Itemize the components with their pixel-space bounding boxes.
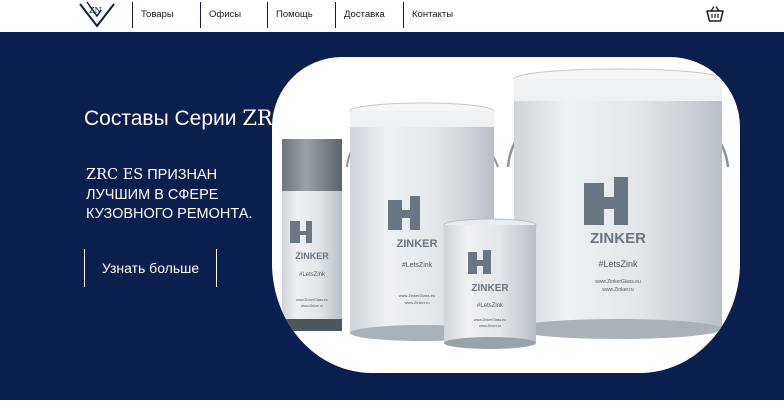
large-hashtag: #LetsZink xyxy=(598,259,638,269)
logo-text: ZN xyxy=(89,6,102,15)
product-cans-illustration: ZINKER #LetsZink www.ZinkerGlass.eu www.… xyxy=(282,68,730,349)
spray-hashtag: #LetsZink xyxy=(299,272,326,278)
large-url1: www.ZinkerGlass.eu xyxy=(595,279,641,285)
medium-brand: ZINKER xyxy=(397,238,438,250)
small-url2: www.Zinker.ru xyxy=(479,324,501,328)
large-brand: ZINKER xyxy=(590,230,646,247)
medium-url2: www.Zinker.ru xyxy=(404,300,429,305)
nav-item-contacts[interactable]: Контакты xyxy=(403,2,472,28)
medium-hashtag: #LetsZink xyxy=(402,262,433,269)
large-bucket: ZINKER #LetsZink www.ZinkerGlass.eu www.… xyxy=(506,68,730,339)
medium-url1: www.ZinkerGlass.eu xyxy=(399,293,435,298)
hero-subtitle: ZRC ES ПРИЗНАН ЛУЧШИМ В СФЕРЕ КУЗОВНОГО … xyxy=(86,166,276,225)
page-bottom xyxy=(0,400,784,411)
spray-url2: www.Zinker.ru xyxy=(301,304,323,308)
spray-url1: www.ZinkerGlass.eu xyxy=(296,298,328,302)
small-hashtag: #LetsZink xyxy=(477,303,504,309)
nav-item-products[interactable]: Товары xyxy=(132,2,201,28)
small-brand: ZINKER xyxy=(471,283,509,294)
hero-subtitle-brand: ZRC ES xyxy=(86,167,144,183)
small-can: ZINKER #LetsZink www.ZinkerGlass.eu www.… xyxy=(443,218,537,349)
nav-item-help[interactable]: Помощь xyxy=(267,2,335,28)
cart-icon[interactable] xyxy=(705,5,725,23)
zinker-logo[interactable]: ZN xyxy=(78,0,116,30)
top-navigation-bar: ZN Товары Офисы Помощь Доставка Контакты xyxy=(0,0,784,32)
spray-brand: ZINKER xyxy=(295,251,329,261)
hero-banner: Составы Серии ZRC ZRC ES ПРИЗНАН ЛУЧШИМ … xyxy=(0,32,784,400)
nav-item-offices[interactable]: Офисы xyxy=(200,2,268,28)
small-url1: www.ZinkerGlass.eu xyxy=(474,318,506,322)
learn-more-button[interactable]: Узнать больше xyxy=(84,249,217,287)
hero-title: Составы Серии ZRC xyxy=(84,106,289,131)
spray-can: ZINKER #LetsZink www.ZinkerGlass.eu www.… xyxy=(282,139,342,331)
nav-item-delivery[interactable]: Доставка xyxy=(335,2,403,28)
hero-title-prefix: Составы Серии xyxy=(84,107,243,130)
large-url2: www.Zinker.ru xyxy=(602,287,634,293)
product-image: ZINKER #LetsZink www.ZinkerGlass.eu www.… xyxy=(272,57,740,373)
